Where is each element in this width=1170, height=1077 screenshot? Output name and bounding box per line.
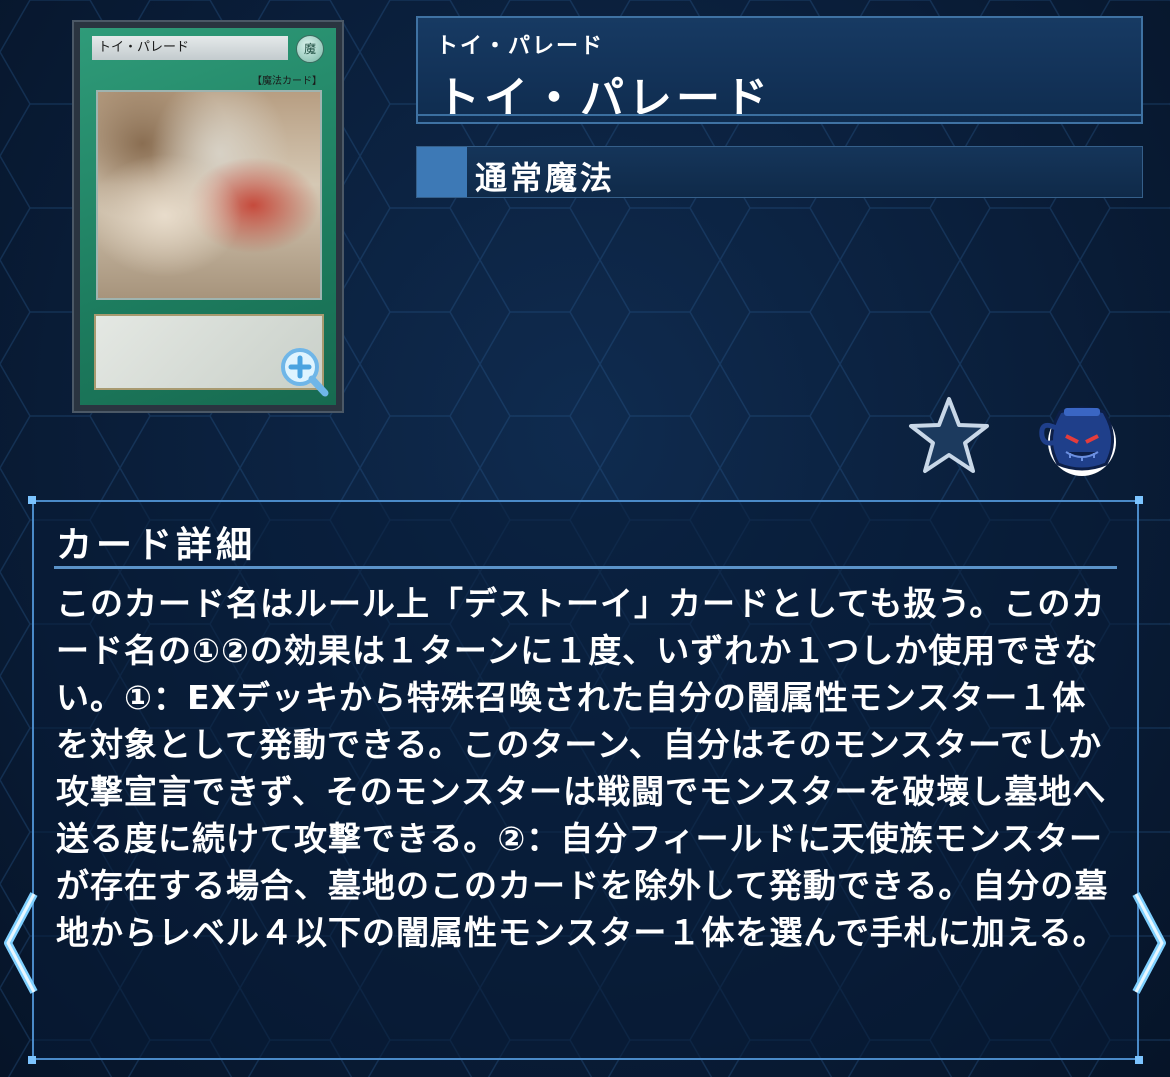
corner-ornament	[1135, 1056, 1143, 1064]
card-type-label: 通常魔法	[475, 159, 616, 197]
card-title: トイ・パレード	[436, 73, 772, 124]
card-frame: トイ・パレード 魔 【魔法カード】	[80, 28, 336, 405]
card-title-ruby: トイ・パレード	[436, 34, 605, 59]
corner-ornament	[28, 1056, 36, 1064]
card-image-name: トイ・パレード	[92, 36, 288, 60]
card-title-box: トイ・パレード トイ・パレード	[416, 16, 1143, 124]
card-detail-panel: カード詳細 このカード名はルール上「デストーイ」カードとしても扱う。このカード名…	[28, 496, 1143, 1064]
card-image-type-line: 【魔法カード】	[252, 76, 322, 87]
corner-ornament	[1135, 496, 1143, 504]
chevron-right-icon[interactable]	[1126, 888, 1170, 998]
star-icon[interactable]	[908, 396, 990, 474]
card-artwork	[96, 90, 322, 300]
corner-ornament	[28, 496, 36, 504]
pot-of-greed-icon[interactable]	[1030, 398, 1126, 478]
card-image[interactable]: トイ・パレード 魔 【魔法カード】	[72, 20, 344, 413]
type-marker	[417, 147, 467, 197]
chevron-left-icon[interactable]	[0, 888, 44, 998]
card-effect-text: このカード名はルール上「デストーイ」カードとしても扱う。このカード名の①②の効果…	[56, 584, 1109, 952]
card-type-bar: 通常魔法	[416, 146, 1143, 198]
spell-attribute-icon: 魔	[296, 35, 324, 63]
zoom-in-icon[interactable]	[276, 345, 330, 399]
divider	[54, 566, 1117, 569]
detail-heading: カード詳細	[56, 525, 257, 566]
